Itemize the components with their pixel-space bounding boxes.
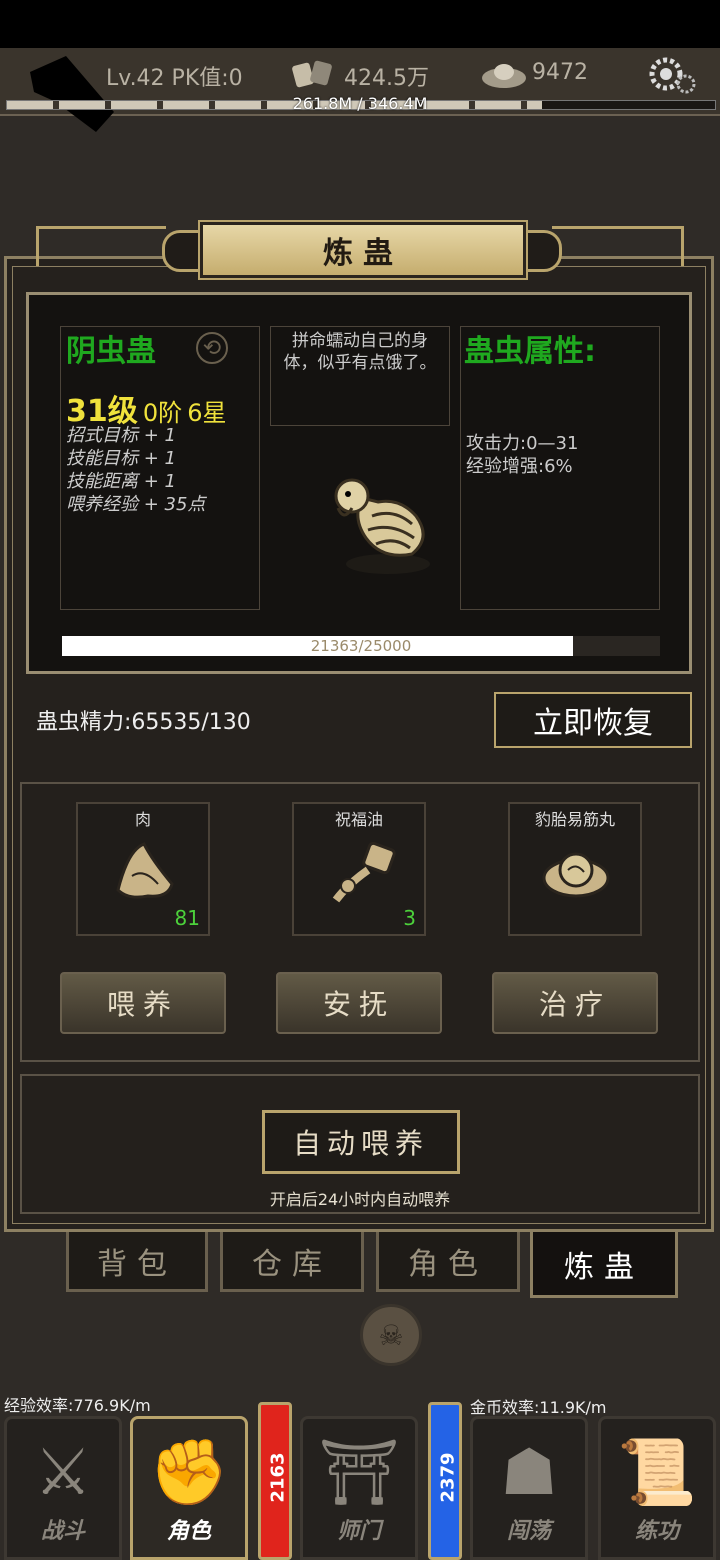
item-slot-blessing-oil[interactable]: 祝福油 3 bbox=[292, 802, 426, 936]
blue-counter: 2379 bbox=[428, 1402, 462, 1560]
tab-character[interactable]: 角色 bbox=[376, 1232, 520, 1292]
gu-bonus-list: 招式目标 + 1 技能目标 + 1 技能距离 + 1 喂养经验 + 35点 bbox=[66, 424, 205, 516]
status-bar bbox=[0, 0, 720, 48]
gold-ingot-icon bbox=[480, 58, 528, 90]
gu-attr-list: 攻击力:0—31 经验增强:6% bbox=[466, 432, 578, 478]
soothe-button[interactable]: 安抚 bbox=[276, 972, 442, 1034]
gu-bonus: 技能距离 + 1 bbox=[66, 471, 176, 492]
tab-gu-refining[interactable]: 炼蛊 bbox=[530, 1232, 678, 1298]
red-counter: 2163 bbox=[258, 1402, 292, 1560]
fist-icon: ✊ bbox=[149, 1436, 229, 1510]
auto-feed-note: 开启后24小时内自动喂养 bbox=[269, 1190, 451, 1209]
crossed-swords-icon: ⚔ bbox=[34, 1436, 92, 1510]
item-name: 祝福油 bbox=[334, 810, 383, 829]
frame-ornament-right bbox=[552, 226, 684, 229]
item-count: 3 bbox=[403, 906, 416, 930]
swap-icon[interactable]: ⟲ bbox=[196, 332, 228, 364]
gu-description: 拼命蠕动自己的身体，似乎有点饿了。 bbox=[283, 331, 437, 373]
frame-ornament-right-post bbox=[681, 226, 684, 266]
heal-button[interactable]: 治疗 bbox=[492, 972, 658, 1034]
silver-icon bbox=[290, 56, 336, 92]
gu-attr-title: 蛊虫属性: bbox=[464, 334, 596, 369]
pill-icon bbox=[540, 840, 612, 908]
item-slot-meat[interactable]: 肉 81 bbox=[76, 802, 210, 936]
wanderer-icon: ☗ bbox=[500, 1436, 558, 1510]
gu-rank: 0阶 bbox=[142, 399, 183, 427]
worm-icon bbox=[322, 468, 434, 580]
item-name: 豹胎易筋丸 bbox=[534, 810, 615, 829]
nav-training[interactable]: 📜 练功 bbox=[598, 1416, 716, 1560]
nav-character[interactable]: ✊ 角色 bbox=[130, 1416, 248, 1560]
gold-rate: 金币效率:11.9K/m bbox=[470, 1398, 607, 1417]
feed-button[interactable]: 喂养 bbox=[60, 972, 226, 1034]
item-count: 81 bbox=[174, 906, 200, 930]
silver-amount: 424.5万 bbox=[344, 66, 429, 91]
avatar[interactable] bbox=[26, 52, 118, 134]
nav-label: 角色 bbox=[166, 1518, 211, 1544]
growth-progress: 21363/25000 bbox=[62, 636, 660, 656]
auto-feed-button[interactable]: 自动喂养 bbox=[262, 1110, 460, 1174]
exp-rate: 经验效率:776.9K/m bbox=[4, 1396, 151, 1415]
gu-attr: 经验增强:6% bbox=[466, 456, 573, 477]
gu-bonus: 招式目标 + 1 bbox=[66, 425, 176, 446]
nav-label: 师门 bbox=[336, 1518, 381, 1544]
gu-energy: 蛊虫精力:65535/130 bbox=[36, 710, 251, 735]
nav-battle[interactable]: ⚔ 战斗 bbox=[4, 1416, 122, 1560]
oil-icon bbox=[328, 840, 400, 912]
item-name: 肉 bbox=[134, 810, 151, 829]
nav-label: 练功 bbox=[634, 1518, 679, 1544]
blue-counter-value: 2379 bbox=[437, 1452, 459, 1503]
growth-progress-text: 21363/25000 bbox=[310, 637, 412, 655]
nav-label: 闯荡 bbox=[506, 1518, 551, 1544]
nav-adventure[interactable]: ☗ 闯荡 bbox=[470, 1416, 588, 1560]
skull-icon[interactable]: ☠ bbox=[360, 1304, 422, 1366]
gu-stars: 6星 bbox=[187, 399, 227, 427]
settings-gear-icon[interactable] bbox=[648, 56, 698, 96]
recover-now-button[interactable]: 立即恢复 bbox=[494, 692, 692, 748]
item-slot-leopard-pill[interactable]: 豹胎易筋丸 bbox=[508, 802, 642, 936]
nav-label: 战斗 bbox=[40, 1518, 85, 1544]
gu-attr: 攻击力:0—31 bbox=[466, 433, 579, 454]
frame-ornament-left-post bbox=[36, 226, 39, 266]
scroll-icon: 📜 bbox=[617, 1436, 697, 1510]
level-pk-text: Lv.42 PK值:0 bbox=[106, 66, 243, 91]
tab-backpack[interactable]: 背包 bbox=[66, 1232, 208, 1292]
gu-name: 阴虫蛊 bbox=[66, 334, 156, 369]
meat-icon bbox=[108, 840, 180, 908]
temple-icon: ⛩ bbox=[318, 1436, 400, 1510]
page-title: 炼蛊 bbox=[200, 222, 526, 278]
xp-text: 261.8M / 346.4M bbox=[292, 94, 428, 113]
gold-amount: 9472 bbox=[532, 60, 588, 85]
gu-bonus: 喂养经验 + 35点 bbox=[66, 494, 206, 515]
red-counter-value: 2163 bbox=[267, 1452, 289, 1503]
frame-ornament-left bbox=[36, 226, 166, 229]
nav-sect[interactable]: ⛩ 师门 bbox=[300, 1416, 418, 1560]
gu-bonus: 技能目标 + 1 bbox=[66, 448, 176, 469]
tab-warehouse[interactable]: 仓库 bbox=[220, 1232, 364, 1292]
